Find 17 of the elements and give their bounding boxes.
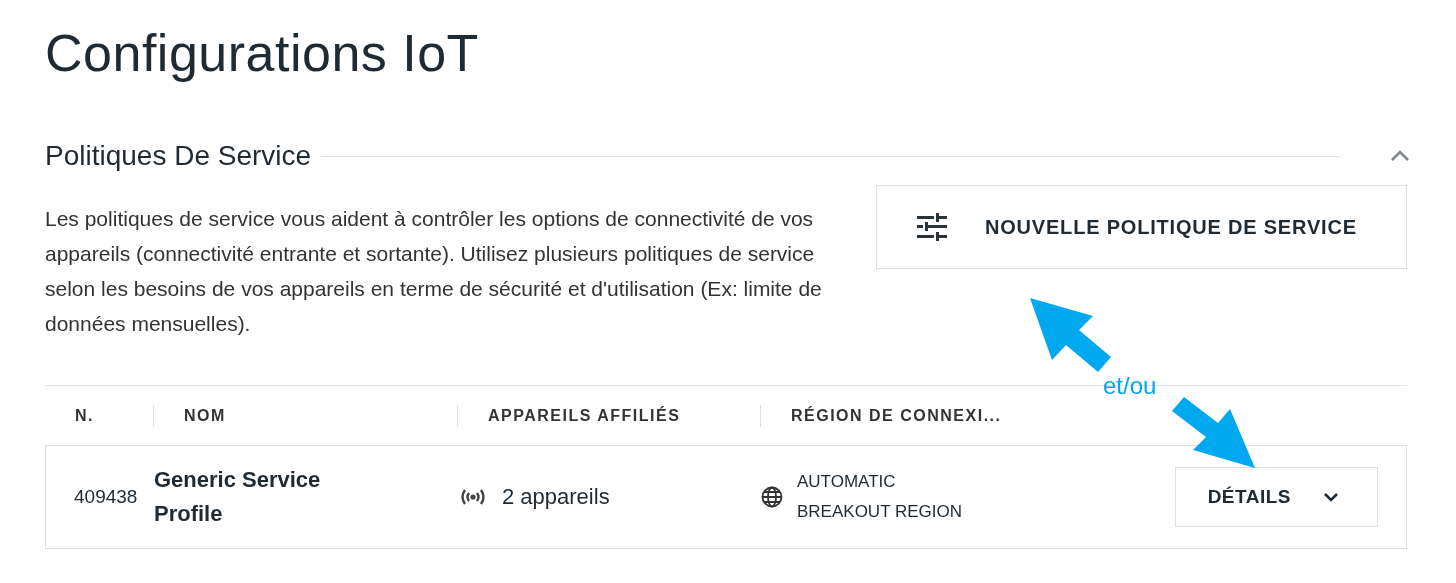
region-label: AUTOMATIC BREAKOUT REGION xyxy=(797,471,963,523)
column-header: NOM xyxy=(153,404,457,427)
globe-icon xyxy=(761,486,783,508)
sliders-icon xyxy=(917,213,947,241)
column-header: APPAREILS AFFILIÉS xyxy=(457,404,760,427)
device-count: 2 appareils xyxy=(502,484,610,510)
broadcast-icon xyxy=(458,487,488,507)
new-policy-button[interactable]: NOUVELLE POLITIQUE DE SERVICE xyxy=(876,185,1407,269)
policy-name: Generic Service Profile xyxy=(154,466,322,528)
chevron-icon[interactable] xyxy=(1390,150,1410,162)
annotation-text: et/ou xyxy=(1103,372,1157,400)
section-description: Les politiques de service vous aident à contrôler les options de connectivité de vos appareils (connectivité entrante et sortante). Utilisez plusieurs politiques de service selon les besoins de vos appareils en terme de sécurité et d'utilisation (Ex: limite de données mensuelles). xyxy=(45,206,823,337)
column-header: N. xyxy=(74,405,95,426)
policy-number: 409438 xyxy=(73,486,139,508)
details-button[interactable]: DÉTAILS xyxy=(1174,467,1378,527)
section-title: Politiques De Service xyxy=(45,140,312,172)
page-title: Configurations IoT xyxy=(45,23,480,84)
